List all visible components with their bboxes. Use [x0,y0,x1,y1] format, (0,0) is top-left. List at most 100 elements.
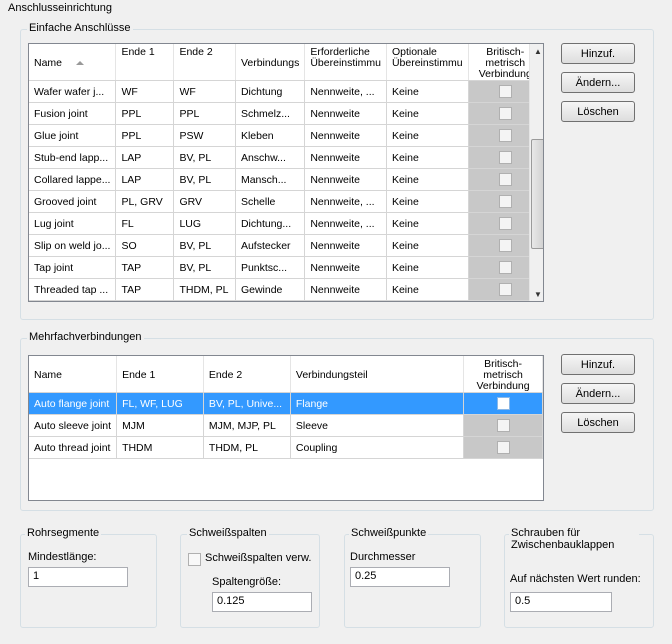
use-weld-gaps-label[interactable]: Schweißspalten verw. [205,552,311,564]
table-cell: Nennweite [304,146,387,169]
british-metric-checkbox[interactable] [498,283,512,296]
scroll-thumb[interactable] [531,139,543,249]
table-cell: Keine [386,124,469,147]
min-length-input[interactable]: 1 [28,567,128,587]
simple-add-button[interactable]: Hinzuf. [561,43,635,64]
gap-size-label: Spaltengröße: [212,576,282,588]
table-row[interactable]: Lug joint FL LUG Dichtung... Nennweite, ... K… [29,212,543,235]
table-cell: TAP [115,278,175,301]
british-metric-checkbox[interactable] [498,85,512,98]
col-header-name-label: Name [34,57,63,69]
multi-col-header-connection-part[interactable]: Verbindungsteil [290,356,465,393]
british-metric-checkbox[interactable] [498,151,512,164]
col-header-optional-match[interactable]: Optionale Übereinstimmu [386,44,469,81]
scroll-down-arrow-icon[interactable]: ▼ [530,287,543,301]
table-cell: Keine [386,168,469,191]
british-metric-checkbox[interactable] [496,397,510,410]
col-header-end1[interactable]: Ende 1 [115,44,175,81]
table-cell: Dichtung [235,80,306,103]
table-row[interactable]: Grooved joint PL, GRV GRV Schelle Nennweite,… [29,190,543,213]
table-row[interactable]: Fusion joint PPL PPL Schmelz... Nennweite Kei… [29,102,543,125]
table-cell: WF [173,80,236,103]
british-metric-checkbox[interactable] [498,195,512,208]
table-row[interactable]: Collared lappe... LAP BV, PL Mansch... Nennw… [29,168,543,191]
scroll-up-arrow-icon[interactable]: ▲ [530,44,543,60]
multi-col-header-end2[interactable]: Ende 2 [203,356,291,393]
multi-connections-grid[interactable]: Name Ende 1 Ende 2 Verbindungsteil Briti… [28,355,544,501]
table-cell: WF [115,80,175,103]
pipe-segments-title: Rohrsegmente [25,527,102,539]
multi-add-button[interactable]: Hinzuf. [561,354,635,375]
british-metric-checkbox[interactable] [496,441,510,454]
simple-connections-grid[interactable]: Name Ende 1 Ende 2 Verbindungs Erforderl… [28,43,544,302]
table-cell: Mansch... [235,168,306,191]
diameter-input[interactable]: 0.25 [350,567,450,587]
table-cell: Nennweite, ... [304,190,387,213]
round-up-input[interactable]: 0.5 [510,592,612,612]
table-cell: Fusion joint [29,102,117,125]
table-cell: Collared lappe... [29,168,117,191]
multi-col-header-name[interactable]: Name [29,356,118,393]
table-cell: Keine [386,212,469,235]
table-cell: Auto sleeve joint [29,414,118,437]
table-cell: BV, PL, Unive... [203,392,291,415]
multi-edit-button[interactable]: Ändern... [561,383,635,404]
table-row[interactable]: Threaded tap ... TAP THDM, PL Gewinde Nennwe… [29,278,543,301]
table-row[interactable]: Auto sleeve joint MJM MJM, MJP, PL Sleeve [29,414,543,437]
simple-delete-button[interactable]: Löschen [561,101,635,122]
multi-connections-table: Name Ende 1 Ende 2 Verbindungsteil Briti… [29,356,543,459]
table-cell: TAP [115,256,175,279]
col-header-name[interactable]: Name [29,44,117,81]
british-metric-cell [463,414,543,437]
col-header-required-match[interactable]: Erforderliche Übereinstimmu [304,44,387,81]
table-cell: Keine [386,146,469,169]
table-cell: Flange [290,392,465,415]
british-metric-checkbox[interactable] [498,107,512,120]
table-cell: Keine [386,102,469,125]
table-row[interactable]: Wafer wafer j... WF WF Dichtung Nennweite, .… [29,80,543,103]
table-cell: MJM [116,414,204,437]
table-row[interactable]: Glue joint PPL PSW Kleben Nennweite Keine [29,124,543,147]
col-header-connection[interactable]: Verbindungs [235,44,306,81]
table-cell: Keine [386,80,469,103]
table-cell: Nennweite, ... [304,80,387,103]
min-length-label: Mindestlänge: [28,551,97,563]
table-row[interactable]: Slip on weld jo... SO BV, PL Aufstecker Nenn… [29,234,543,257]
british-metric-checkbox[interactable] [498,217,512,230]
table-row[interactable]: Tap joint TAP BV, PL Punktsc... Nennweite Kei… [29,256,543,279]
table-cell: FL, WF, LUG [116,392,204,415]
table-cell: Sleeve [290,414,465,437]
table-row[interactable]: Auto thread joint THDM THDM, PL Coupling [29,436,543,459]
sort-ascending-icon [76,61,85,66]
table-cell: Schelle [235,190,306,213]
british-metric-checkbox[interactable] [498,129,512,142]
use-weld-gaps-checkbox[interactable] [188,553,201,566]
table-cell: BV, PL [173,256,236,279]
table-cell: LAP [115,168,175,191]
col-header-end2[interactable]: Ende 2 [173,44,236,81]
table-cell: MJM, MJP, PL [203,414,291,437]
british-metric-checkbox[interactable] [498,173,512,186]
british-metric-checkbox[interactable] [498,261,512,274]
british-metric-checkbox[interactable] [498,239,512,252]
table-cell: Dichtung... [235,212,306,235]
table-cell: Coupling [290,436,465,459]
gap-size-input[interactable]: 0.125 [212,592,312,612]
table-row[interactable]: Auto flange joint FL, WF, LUG BV, PL, Univ… [29,392,543,415]
table-cell: Glue joint [29,124,117,147]
multi-col-header-end1[interactable]: Ende 1 [116,356,204,393]
table-cell: Schmelz... [235,102,306,125]
table-cell: Keine [386,190,469,213]
british-metric-checkbox[interactable] [496,419,510,432]
table-cell: PL, GRV [115,190,175,213]
table-row[interactable]: Stub-end lapp... LAP BV, PL Anschw... Nennwe… [29,146,543,169]
simple-grid-scrollbar[interactable]: ▲ ▼ [529,44,543,301]
multi-col-header-british-metric[interactable]: Britisch-metrisch Verbindung [463,356,543,393]
table-cell: Keine [386,278,469,301]
table-cell: BV, PL [173,234,236,257]
table-cell: Tap joint [29,256,117,279]
multi-delete-button[interactable]: Löschen [561,412,635,433]
table-cell: Nennweite, ... [304,212,387,235]
table-cell: Aufstecker [235,234,306,257]
simple-edit-button[interactable]: Ändern... [561,72,635,93]
